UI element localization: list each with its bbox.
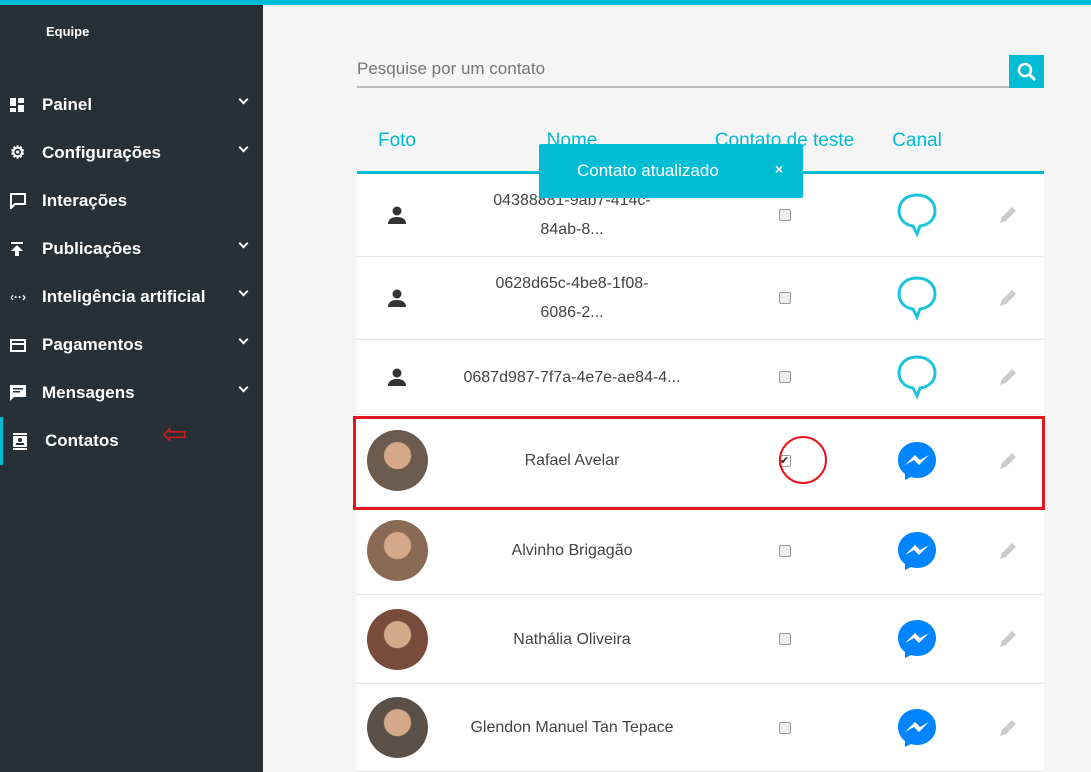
photo-cell xyxy=(357,367,437,387)
chevron-down-icon[interactable] xyxy=(238,382,249,393)
header-foto: Foto xyxy=(377,129,417,151)
sidebar-item-label: Inteligência artificial xyxy=(42,287,206,306)
sidebar-item-publica-es[interactable]: Publicações xyxy=(0,225,263,273)
chat-bubble-icon[interactable] xyxy=(896,354,938,400)
table-row: Nathália Oliveira xyxy=(357,595,1044,684)
edit-pencil-icon[interactable] xyxy=(997,628,1019,650)
table-row: Rafael Avelar ✔ xyxy=(357,415,1044,507)
photo-cell xyxy=(357,520,437,581)
contact-name[interactable]: 0628d65c-4be8-1f08-6086-2... xyxy=(437,269,707,327)
team-label: Equipe xyxy=(46,24,90,39)
messenger-icon[interactable] xyxy=(897,708,937,748)
chevron-down-icon[interactable] xyxy=(238,94,249,105)
edit-pencil-icon[interactable] xyxy=(997,717,1019,739)
search-icon xyxy=(1017,62,1036,81)
sidebar-item-label: Painel xyxy=(42,95,93,114)
test-contact-checkbox[interactable] xyxy=(778,209,791,221)
sidebar-item-intera-es[interactable]: Interações xyxy=(0,177,263,225)
channel-cell xyxy=(862,531,972,571)
chevron-down-icon[interactable] xyxy=(238,286,249,297)
sidebar-item-label: Contatos xyxy=(45,431,119,450)
channel-cell xyxy=(862,708,972,748)
photo-cell xyxy=(357,697,437,758)
test-contact-checkbox[interactable]: ✔ xyxy=(778,454,791,467)
test-contact-checkbox[interactable] xyxy=(778,292,791,304)
chat-icon xyxy=(0,193,42,209)
chevron-down-icon[interactable] xyxy=(238,238,249,249)
sidebar-item-label: Mensagens xyxy=(42,383,135,402)
search-button[interactable] xyxy=(1009,55,1044,88)
person-icon xyxy=(388,206,406,224)
channel-cell xyxy=(862,192,972,238)
sidebar-item-pagamentos[interactable]: Pagamentos xyxy=(0,321,263,369)
contact-name[interactable]: Nathália Oliveira xyxy=(437,625,707,654)
edit-pencil-icon[interactable] xyxy=(997,204,1019,226)
edit-pencil-icon[interactable] xyxy=(997,287,1019,309)
sidebar-item-label: Publicações xyxy=(42,239,142,258)
table-row: Glendon Manuel Tan Tepace xyxy=(357,684,1044,772)
contact-name[interactable]: 0687d987-7f7a-4e7e-ae84-4... xyxy=(437,363,707,392)
sidebar-nav: Painel ⚙ Configurações Interações Publicaçõe… xyxy=(0,81,263,465)
test-contact-checkbox[interactable] xyxy=(778,721,791,734)
table-row: 0628d65c-4be8-1f08-6086-2... xyxy=(357,257,1044,340)
search-bar xyxy=(357,55,1044,88)
chevron-down-icon[interactable] xyxy=(238,334,249,345)
contacts-table: Foto Nome Contato de teste Canal 0438888… xyxy=(357,110,1044,772)
upload-icon xyxy=(0,242,42,256)
channel-cell xyxy=(862,619,972,659)
sidebar-item-painel[interactable]: Painel xyxy=(0,81,263,129)
photo-cell xyxy=(357,608,437,670)
contact-name[interactable]: Alvinho Brigagão xyxy=(437,536,707,565)
edit-pencil-icon[interactable] xyxy=(997,450,1019,472)
chat-bubble-icon[interactable] xyxy=(896,192,938,238)
toast-message: Contato atualizado xyxy=(577,161,719,180)
messenger-icon[interactable] xyxy=(897,531,937,571)
avatar xyxy=(366,430,428,491)
header-canal: Canal xyxy=(892,129,942,151)
channel-cell xyxy=(862,354,972,400)
avatar xyxy=(366,520,428,581)
sidebar: Equipe Painel ⚙ Configurações Interações Pub… xyxy=(0,5,263,772)
sidebar-item-label: Pagamentos xyxy=(42,335,144,354)
sidebar-item-label: Configurações xyxy=(42,143,162,162)
chevron-down-icon[interactable] xyxy=(238,142,249,153)
avatar xyxy=(366,608,428,670)
test-contact-checkbox[interactable] xyxy=(778,544,791,557)
message-icon xyxy=(0,385,42,401)
toast-notification: Contato atualizado × xyxy=(539,144,803,198)
edit-pencil-icon[interactable] xyxy=(997,540,1019,562)
photo-cell xyxy=(357,288,437,308)
contact-name[interactable]: Glendon Manuel Tan Tepace xyxy=(437,713,707,742)
contact-name[interactable]: Rafael Avelar xyxy=(437,446,707,475)
chat-bubble-icon[interactable] xyxy=(896,275,938,321)
messenger-icon[interactable] xyxy=(897,619,937,659)
sidebar-item-label: Interações xyxy=(42,191,128,210)
dashboard-icon xyxy=(0,98,42,112)
messenger-icon[interactable] xyxy=(897,441,937,481)
test-contact-checkbox[interactable] xyxy=(778,633,791,645)
credit-card-icon xyxy=(0,338,42,352)
sidebar-item-mensagens[interactable]: Mensagens xyxy=(0,369,263,417)
channel-cell xyxy=(862,441,972,481)
test-contact-checkbox[interactable] xyxy=(778,371,791,383)
avatar xyxy=(366,697,428,758)
photo-cell xyxy=(357,430,437,491)
sidebar-item-configura-es[interactable]: ⚙ Configurações xyxy=(0,129,263,177)
person-icon xyxy=(388,289,406,307)
contacts-icon xyxy=(3,432,45,450)
channel-cell xyxy=(862,275,972,321)
search-input[interactable] xyxy=(357,55,997,83)
person-icon xyxy=(388,368,406,386)
table-row: 0687d987-7f7a-4e7e-ae84-4... xyxy=(357,340,1044,415)
table-row: Alvinho Brigagão xyxy=(357,507,1044,595)
toast-close-button[interactable]: × xyxy=(775,161,783,177)
edit-pencil-icon[interactable] xyxy=(997,366,1019,388)
red-arrow-annotation-icon: ⇦ xyxy=(162,418,188,451)
sidebar-item-intelig-ncia-artificial[interactable]: ‹··› Inteligência artificial xyxy=(0,273,263,321)
code-icon: ‹··› xyxy=(10,290,26,304)
gear-icon: ⚙ xyxy=(10,143,26,162)
sidebar-item-contatos[interactable]: Contatos xyxy=(0,417,263,465)
photo-cell xyxy=(357,205,437,225)
